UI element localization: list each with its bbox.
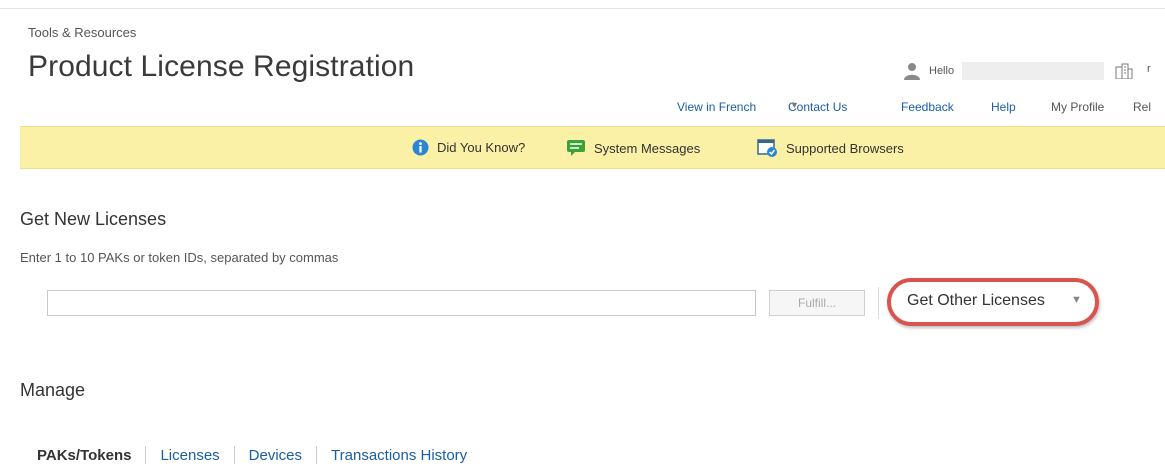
chevron-down-icon: ▼ xyxy=(1071,294,1082,306)
did-you-know-label: Did You Know? xyxy=(437,140,526,155)
tab-devices[interactable]: Devices xyxy=(249,447,302,464)
fulfill-button[interactable]: Fulfill... xyxy=(769,290,865,316)
tab-paks-tokens[interactable]: PAKs/Tokens xyxy=(37,447,131,464)
page-title: Product License Registration xyxy=(28,50,415,83)
get-other-licenses-label: Get Other Licenses xyxy=(907,292,1045,309)
supported-browsers-label: Supported Browsers xyxy=(786,141,904,156)
get-new-licenses-heading: Get New Licenses xyxy=(20,209,167,229)
view-in-french-link[interactable]: View in French xyxy=(677,100,756,114)
feedback-link[interactable]: Feedback xyxy=(901,100,954,114)
top-divider xyxy=(0,8,1165,9)
info-icon xyxy=(412,139,429,156)
user-icon xyxy=(904,63,920,80)
manage-heading: Manage xyxy=(20,380,86,400)
notice-banner: Did You Know? System Messages Supported … xyxy=(20,126,1165,169)
tab-separator xyxy=(145,446,147,464)
pak-input-hint: Enter 1 to 10 PAKs or token IDs, separat… xyxy=(20,250,339,265)
organization-icon[interactable] xyxy=(1115,63,1133,79)
user-greeting[interactable]: Hello xyxy=(903,61,1105,81)
tab-licenses[interactable]: Licenses xyxy=(160,447,219,464)
redacted-username xyxy=(962,62,1105,80)
organization-label-cut: r xyxy=(1147,63,1151,75)
button-divider xyxy=(878,287,879,319)
manage-tabs: PAKs/Tokens Licenses Devices Transaction… xyxy=(37,446,467,464)
tab-separator xyxy=(316,446,318,464)
help-link[interactable]: Help xyxy=(991,100,1016,114)
did-you-know-button[interactable]: Did You Know? xyxy=(412,139,525,156)
top-links: View in French Contact Us ▼ Feedback Help… xyxy=(0,100,1165,116)
browser-check-icon xyxy=(757,139,777,157)
system-messages-button[interactable]: System Messages xyxy=(566,139,700,157)
hello-label: Hello xyxy=(929,65,955,77)
breadcrumb[interactable]: Tools & Resources xyxy=(28,25,136,40)
system-messages-label: System Messages xyxy=(594,140,701,156)
pak-token-input[interactable] xyxy=(47,290,756,316)
supported-browsers-button[interactable]: Supported Browsers xyxy=(757,139,904,158)
tab-transactions-history[interactable]: Transactions History xyxy=(331,447,467,464)
get-other-licenses-dropdown[interactable]: Get Other Licenses ▼ xyxy=(887,278,1099,326)
tab-separator xyxy=(233,446,235,464)
message-icon xyxy=(567,140,585,156)
chevron-down-icon: ▼ xyxy=(790,100,799,110)
releases-link[interactable]: Rel xyxy=(1133,100,1151,114)
my-profile-link[interactable]: My Profile xyxy=(1051,100,1104,114)
